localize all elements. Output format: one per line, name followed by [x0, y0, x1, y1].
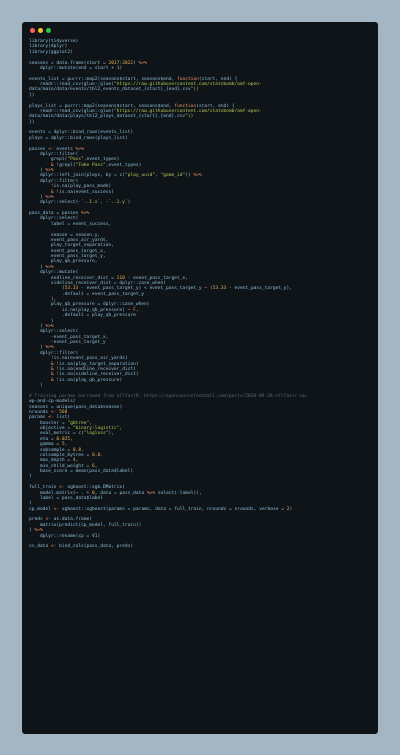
code-line: cv_data <- bind_cols(pass_data, preds): [29, 544, 134, 550]
window-controls: [30, 28, 51, 33]
close-button-icon[interactable]: [30, 28, 35, 33]
minimize-button-icon[interactable]: [38, 28, 43, 33]
code-window: library(tidyverse) library(dplyr) library(…: [22, 22, 378, 734]
code-block: library(tidyverse) library(dplyr) library(…: [29, 39, 374, 550]
zoom-button-icon[interactable]: [46, 28, 51, 33]
